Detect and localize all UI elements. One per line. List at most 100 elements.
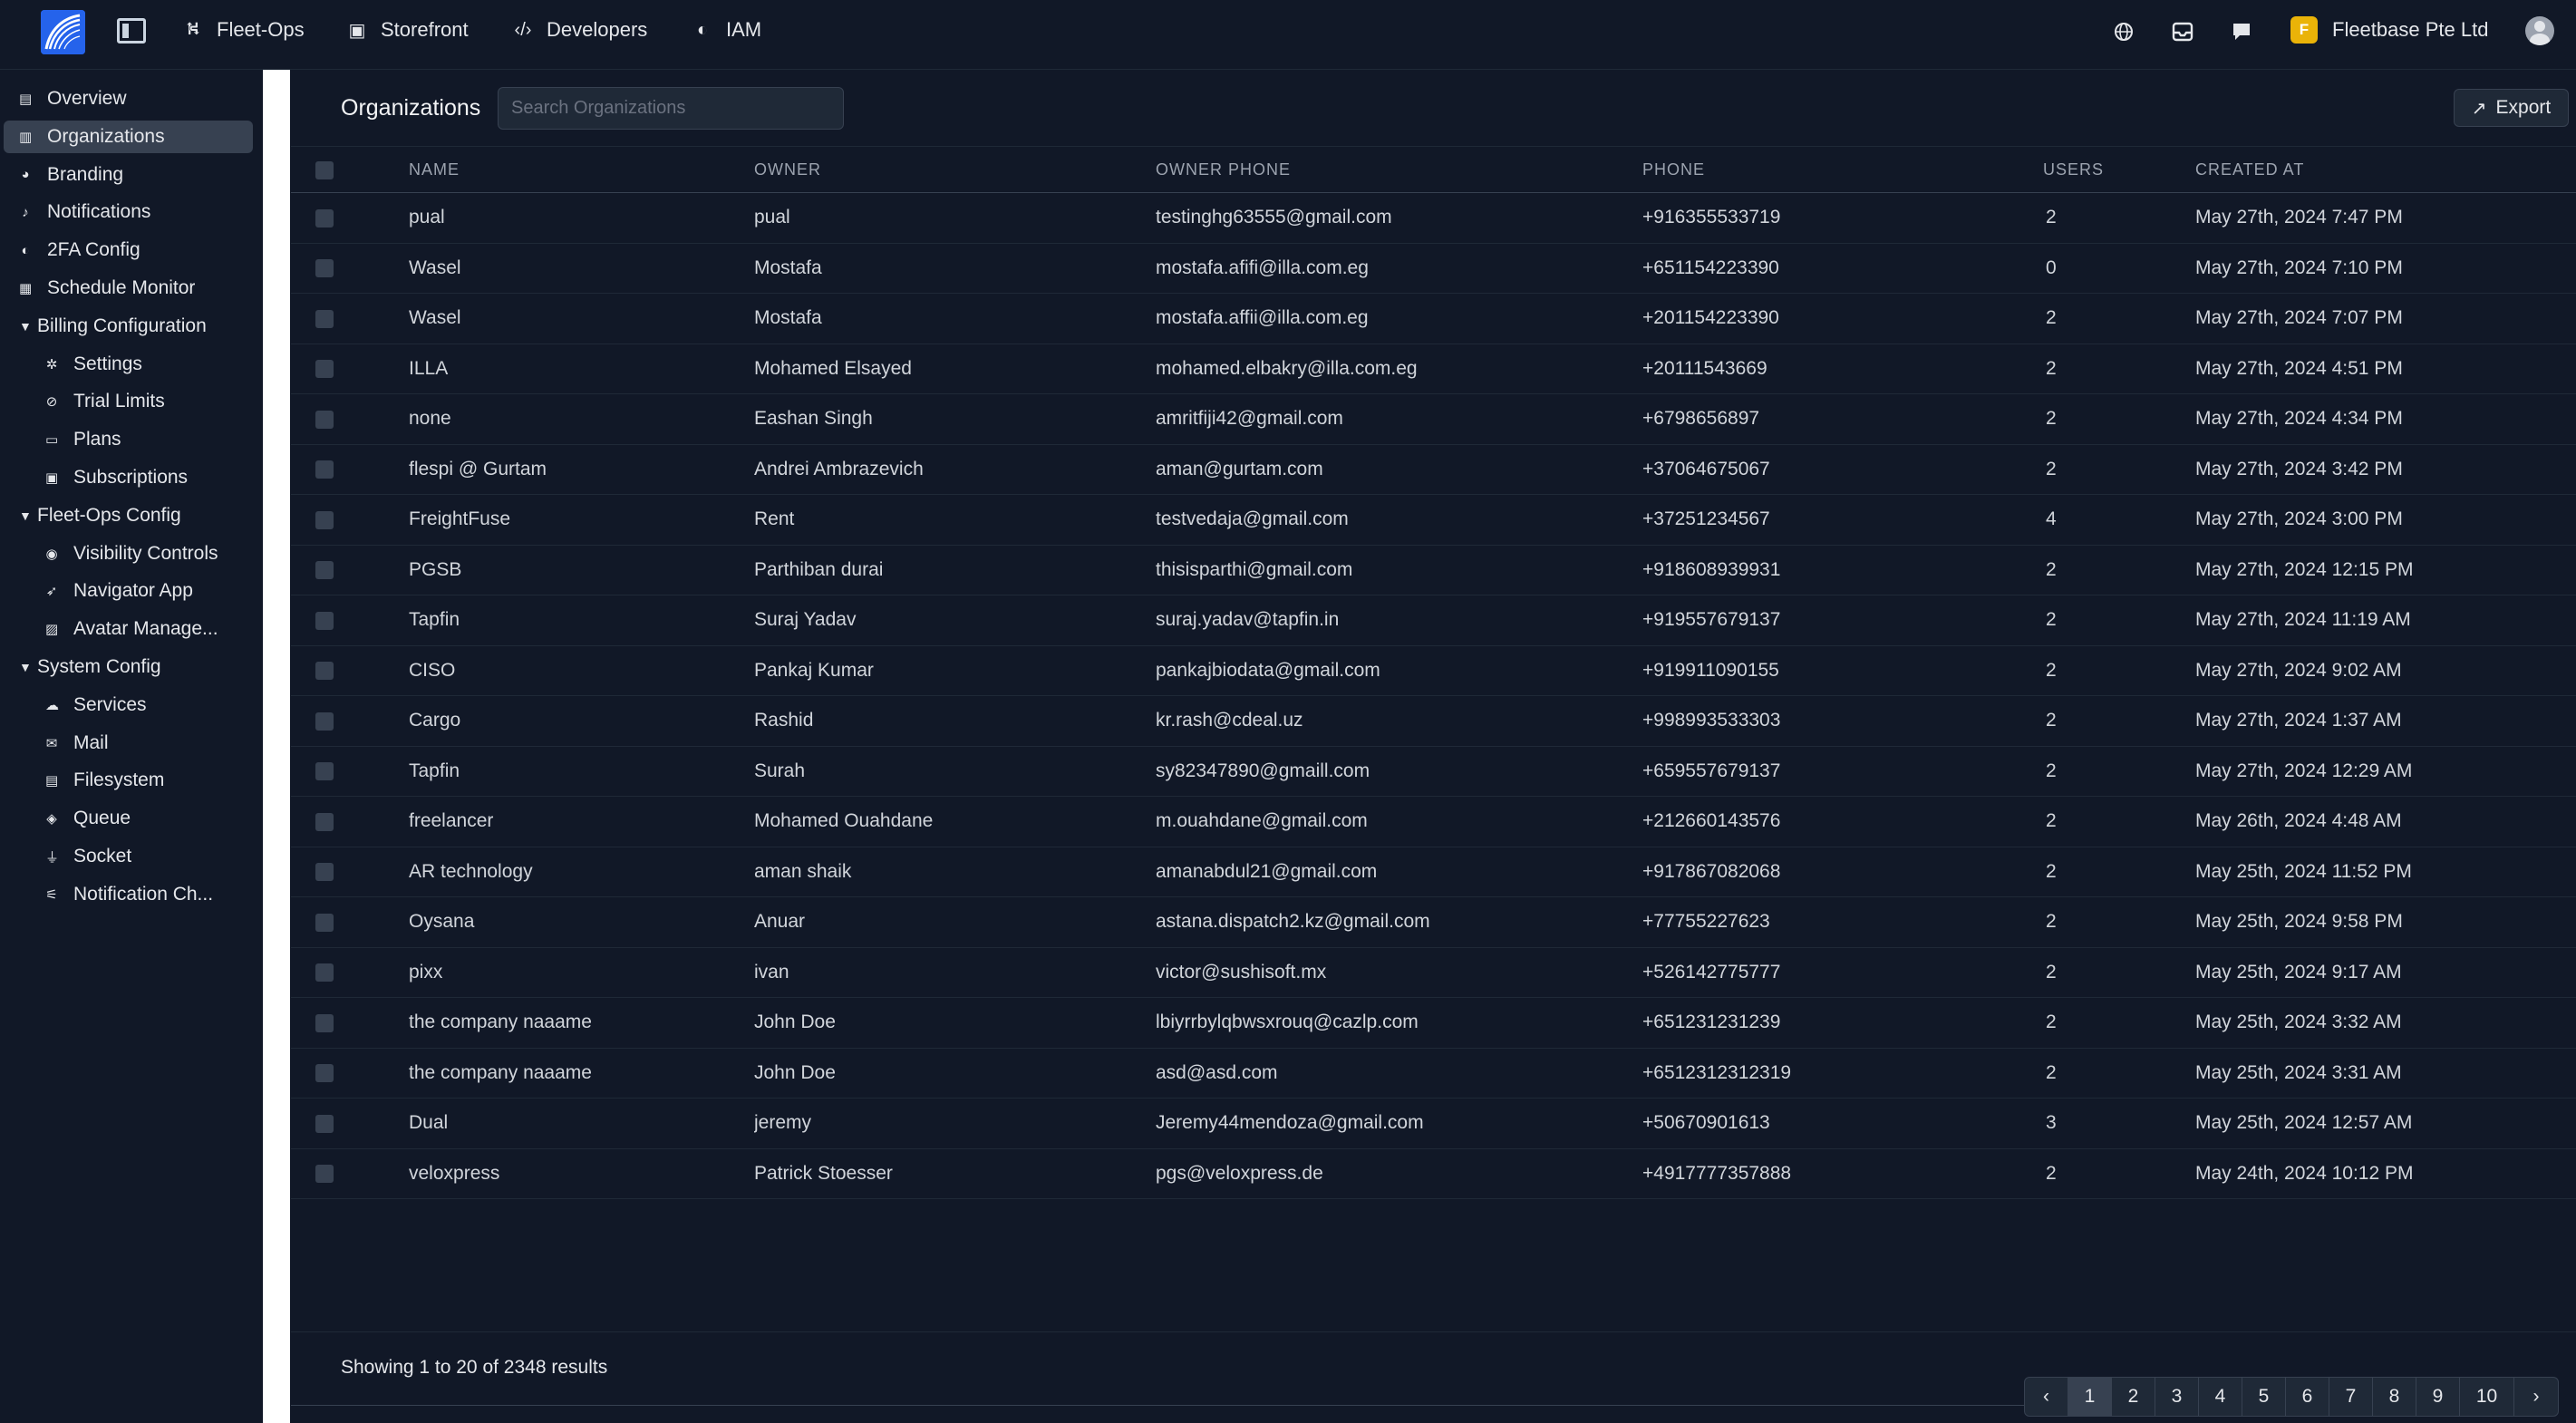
cell-name[interactable]: Dual xyxy=(409,1099,754,1149)
globe-icon[interactable] xyxy=(2110,18,2137,45)
row-select-cell[interactable] xyxy=(291,294,409,344)
cell-name[interactable]: ILLA xyxy=(409,344,754,394)
row-select-cell[interactable] xyxy=(291,595,409,646)
sidebar-item-mail[interactable]: ✉ Mail xyxy=(4,727,253,760)
row-select-cell[interactable] xyxy=(291,1099,409,1149)
table-row[interactable]: none Eashan Singh amritfiji42@gmail.com +67… xyxy=(291,394,2576,445)
sidebar-item-notification-ch[interactable]: ⚟ Notification Ch... xyxy=(4,878,253,911)
column-header-name[interactable]: Name xyxy=(409,147,754,193)
table-row[interactable]: CISO Pankaj Kumar pankajbiodata@gmail.com +… xyxy=(291,645,2576,696)
cell-name[interactable]: PGSB xyxy=(409,545,754,595)
export-button[interactable]: ↗ Export xyxy=(2454,89,2569,127)
sidebar-item-avatar-manage[interactable]: ▨ Avatar Manage... xyxy=(4,613,253,645)
row-checkbox[interactable] xyxy=(315,712,334,731)
cell-name[interactable]: Tapfin xyxy=(409,746,754,797)
chat-icon[interactable] xyxy=(2228,18,2255,45)
sidebar-item-billing-configuration[interactable]: ▼ Billing Configuration xyxy=(4,310,253,343)
sidebar-item-2fa-config[interactable]: ◐ 2FA Config xyxy=(4,234,253,266)
row-select-cell[interactable] xyxy=(291,1048,409,1099)
sidebar-item-socket[interactable]: ⏚ Socket xyxy=(4,840,253,873)
cell-name[interactable]: Wasel xyxy=(409,243,754,294)
page-button-7[interactable]: 7 xyxy=(2329,1378,2373,1416)
row-select-cell[interactable] xyxy=(291,847,409,897)
column-header-phone[interactable]: Phone xyxy=(1642,147,2043,193)
row-checkbox[interactable] xyxy=(315,510,334,529)
table-row[interactable]: Wasel Mostafa mostafa.afifi@illa.com.eg +65… xyxy=(291,243,2576,294)
row-select-cell[interactable] xyxy=(291,746,409,797)
row-select-cell[interactable] xyxy=(291,193,409,244)
page-button-10[interactable]: 10 xyxy=(2460,1378,2514,1416)
sidebar-item-fleet-ops-config[interactable]: ▼ Fleet-Ops Config xyxy=(4,499,253,532)
sidebar-item-notifications[interactable]: ♪ Notifications xyxy=(4,196,253,228)
row-checkbox[interactable] xyxy=(315,309,334,328)
sidebar-item-subscriptions[interactable]: ▣ Subscriptions xyxy=(4,461,253,494)
table-row[interactable]: FreightFuse Rent testvedaja@gmail.com +3725… xyxy=(291,495,2576,546)
table-row[interactable]: Tapfin Surah sy82347890@gmaill.com +6595576… xyxy=(291,746,2576,797)
page-button-9[interactable]: 9 xyxy=(2416,1378,2460,1416)
sidebar-item-schedule-monitor[interactable]: ▦ Schedule Monitor xyxy=(4,272,253,305)
table-row[interactable]: ILLA Mohamed Elsayed mohamed.elbakry@illa.… xyxy=(291,344,2576,394)
row-checkbox[interactable] xyxy=(315,812,334,831)
cell-name[interactable]: the company naaame xyxy=(409,998,754,1049)
cell-name[interactable]: none xyxy=(409,394,754,445)
cell-name[interactable]: veloxpress xyxy=(409,1148,754,1199)
search-input[interactable] xyxy=(498,87,844,130)
table-row[interactable]: AR technology aman shaik amanabdul21@gmail… xyxy=(291,847,2576,897)
row-checkbox[interactable] xyxy=(315,410,334,429)
column-header-created-at[interactable]: Created At xyxy=(2195,147,2576,193)
nav-developers[interactable]: ‹/› Developers xyxy=(514,16,648,44)
nav-storefront[interactable]: ▣ Storefront xyxy=(348,16,469,44)
sidebar-item-system-config[interactable]: ▼ System Config xyxy=(4,651,253,683)
cell-name[interactable]: freelancer xyxy=(409,797,754,847)
next-page-icon[interactable]: › xyxy=(2514,1378,2558,1416)
cell-name[interactable]: CISO xyxy=(409,645,754,696)
table-row[interactable]: Dual jeremy Jeremy44mendoza@gmail.com +5067… xyxy=(291,1099,2576,1149)
cell-name[interactable]: pixx xyxy=(409,947,754,998)
page-button-8[interactable]: 8 xyxy=(2373,1378,2416,1416)
row-checkbox[interactable] xyxy=(315,863,334,882)
row-checkbox[interactable] xyxy=(315,913,334,932)
page-button-5[interactable]: 5 xyxy=(2242,1378,2286,1416)
company-name[interactable]: Fleetbase Pte Ltd xyxy=(2332,18,2488,42)
row-select-cell[interactable] xyxy=(291,1148,409,1199)
sidebar-item-filesystem[interactable]: ▤ Filesystem xyxy=(4,764,253,797)
cell-name[interactable]: FreightFuse xyxy=(409,495,754,546)
user-avatar[interactable] xyxy=(2525,16,2554,45)
nav-fleet-ops[interactable]: ⛕ Fleet-Ops xyxy=(184,16,305,44)
sidebar-item-queue[interactable]: ◈ Queue xyxy=(4,802,253,835)
cell-name[interactable]: Cargo xyxy=(409,696,754,747)
row-select-cell[interactable] xyxy=(291,645,409,696)
row-checkbox[interactable] xyxy=(315,1013,334,1032)
row-select-cell[interactable] xyxy=(291,344,409,394)
table-row[interactable]: Tapfin Suraj Yadav suraj.yadav@tapfin.in +9… xyxy=(291,595,2576,646)
row-select-cell[interactable] xyxy=(291,998,409,1049)
row-select-cell[interactable] xyxy=(291,797,409,847)
nav-iam[interactable]: ◐ IAM xyxy=(693,16,761,44)
column-header-users[interactable]: Users xyxy=(2043,147,2195,193)
row-select-cell[interactable] xyxy=(291,947,409,998)
row-checkbox[interactable] xyxy=(315,460,334,479)
cell-name[interactable]: Tapfin xyxy=(409,595,754,646)
page-button-3[interactable]: 3 xyxy=(2155,1378,2199,1416)
cell-name[interactable]: Wasel xyxy=(409,294,754,344)
row-select-cell[interactable] xyxy=(291,495,409,546)
sidebar-item-navigator-app[interactable]: ➶ Navigator App xyxy=(4,575,253,607)
page-button-6[interactable]: 6 xyxy=(2286,1378,2329,1416)
row-select-cell[interactable] xyxy=(291,897,409,948)
sidebar-item-settings[interactable]: ✲ Settings xyxy=(4,348,253,381)
company-avatar[interactable]: F xyxy=(2290,16,2318,44)
cell-name[interactable]: pual xyxy=(409,193,754,244)
row-checkbox[interactable] xyxy=(315,561,334,580)
inbox-icon[interactable] xyxy=(2169,18,2196,45)
table-row[interactable]: pual pual testinghg63555@gmail.com +9163555… xyxy=(291,193,2576,244)
cell-name[interactable]: Oysana xyxy=(409,897,754,948)
sidebar-toggle-icon[interactable] xyxy=(117,18,146,44)
row-checkbox[interactable] xyxy=(315,662,334,681)
cell-name[interactable]: the company naaame xyxy=(409,1048,754,1099)
select-all-header[interactable] xyxy=(291,147,409,193)
table-row[interactable]: pixx ivan victor@sushisoft.mx +526142775777… xyxy=(291,947,2576,998)
row-checkbox[interactable] xyxy=(315,208,334,227)
select-all-checkbox[interactable] xyxy=(315,160,334,179)
row-checkbox[interactable] xyxy=(315,259,334,278)
table-row[interactable]: Wasel Mostafa mostafa.affii@illa.com.eg +20… xyxy=(291,294,2576,344)
